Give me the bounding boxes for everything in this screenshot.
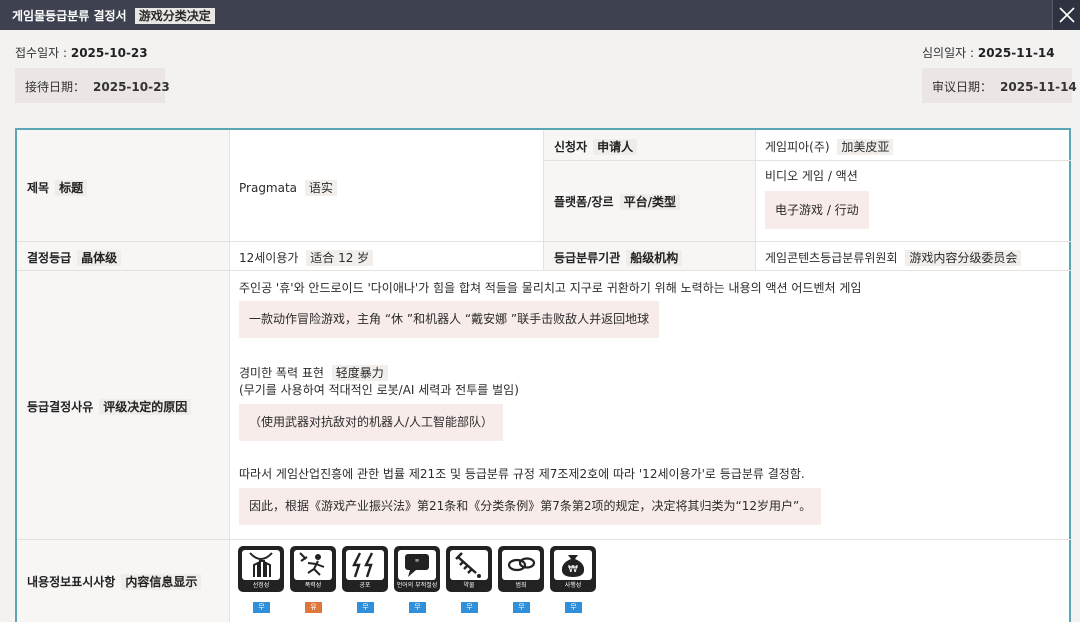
close-icon[interactable] bbox=[1052, 0, 1080, 30]
title-value-en: Pragmata bbox=[239, 181, 298, 195]
applicant-value-cn: 加美皮亚 bbox=[837, 139, 894, 155]
sexuality-label: 선정성 bbox=[252, 582, 270, 589]
reason-label: 등급결정사유 评级决定的原因 bbox=[27, 398, 192, 415]
received-date: 접수일자 : 2025-10-23 bbox=[15, 44, 148, 61]
review-date-value-cn: 2025-11-14 bbox=[1000, 80, 1077, 94]
reason-detail: (무기를 사용하여 적대적인 로봇/AI 세력과 전투를 벌임) bbox=[239, 383, 519, 397]
received-date-value-cn: 2025-10-23 bbox=[93, 80, 170, 94]
title-label: 제목 标题 bbox=[27, 179, 88, 196]
violence-mark: 유 bbox=[305, 602, 322, 613]
reason-violence-ko: 경미한 폭력 표현 bbox=[239, 366, 324, 380]
applicant-value-ko: 게임피아(주) bbox=[765, 140, 830, 154]
rating-label-cn: 晶体级 bbox=[77, 250, 122, 266]
title-bar: 게임물등급분류 결정서 游戏分类决定 bbox=[0, 0, 1080, 30]
drug-icon: 약물 bbox=[446, 546, 492, 592]
gambling-icon: ₩ 사행성 bbox=[550, 546, 596, 592]
platform-value: 비디오 게임 / 액션 bbox=[765, 169, 858, 183]
crime-mark: 무 bbox=[513, 602, 530, 613]
fear-icon: 공포 bbox=[342, 546, 388, 592]
rating-label-ko: 결정등급 bbox=[27, 251, 72, 265]
crime-icon: 범죄 bbox=[498, 546, 544, 592]
language-mark: 무 bbox=[409, 602, 426, 613]
review-date-label: 심의일자 : bbox=[922, 46, 975, 60]
agency-label: 등급분류기관 船级机构 bbox=[554, 249, 683, 266]
rating-value: 12세이용가 适合 12 岁 bbox=[239, 249, 374, 266]
content-label-cn: 内容信息显示 bbox=[121, 574, 202, 590]
agency-value-cn: 游戏内容分级委员会 bbox=[905, 250, 1022, 266]
gambling-label: 사행성 bbox=[564, 582, 582, 589]
reason-conclusion: 따라서 게임산업진흥에 관한 법률 제21조 및 등급분류 규정 제7조제2호에… bbox=[239, 467, 805, 481]
reason-detail-cn: （使用武器对抗敌对的机器人/人工智能部队） bbox=[239, 404, 504, 441]
violence-icon: 폭력성 bbox=[290, 546, 336, 592]
drug-mark: 무 bbox=[461, 602, 478, 613]
window-title-ko: 게임물등급분류 결정서 bbox=[12, 9, 127, 23]
crime-label: 범죄 bbox=[515, 582, 527, 589]
sexuality-icon: 선정성 bbox=[238, 546, 284, 592]
applicant-label-cn: 申请人 bbox=[593, 139, 638, 155]
label-column bbox=[17, 130, 229, 622]
title-label-cn: 标题 bbox=[55, 180, 88, 196]
fear-mark: 무 bbox=[357, 602, 374, 613]
applicant-label: 신청자 申请人 bbox=[554, 138, 638, 155]
fear-label: 공포 bbox=[359, 582, 371, 589]
reason-label-cn: 评级决定的原因 bbox=[99, 399, 192, 415]
violence-label: 폭력성 bbox=[304, 582, 322, 589]
review-date-cn: 审议日期： 2025-11-14 bbox=[922, 68, 1077, 103]
reason-violence: 경미한 폭력 표현 轻度暴力 bbox=[239, 364, 388, 381]
agency-label-ko: 등급분류기관 bbox=[554, 251, 621, 265]
language-label: 언어의 부적절성 bbox=[396, 582, 438, 589]
agency-value-ko: 게임콘텐츠등급분류위원회 bbox=[765, 251, 898, 265]
agency-value: 게임콘텐츠등급분류위원회 游戏内容分级委员会 bbox=[765, 249, 1022, 266]
content-label: 내용정보표시사항 内容信息显示 bbox=[27, 573, 202, 590]
classification-table: 제목 标题 Pragmata 语实 신청자 申请人 게임피아(주) 加美皮亚 플랫폼… bbox=[15, 128, 1071, 622]
platform-label-ko: 플랫폼/장르 bbox=[554, 195, 614, 209]
platform-label-cn: 平台/类型 bbox=[619, 194, 680, 210]
review-date-value: 2025-11-14 bbox=[977, 46, 1055, 60]
agency-label-cn: 船级机构 bbox=[626, 250, 683, 266]
received-date-label-cn: 接待日期： bbox=[25, 80, 86, 94]
reason-conclusion-cn: 因此，根据《游戏产业振兴法》第21条和《分类条例》第7条第2项的规定，决定将其归… bbox=[239, 488, 822, 525]
window-title: 게임물등급분류 결정서 游戏分类决定 bbox=[12, 7, 215, 24]
review-date-label-cn: 审议日期： bbox=[932, 80, 993, 94]
sexuality-mark: 무 bbox=[253, 602, 270, 613]
content-label-ko: 내용정보표시사항 bbox=[27, 575, 116, 589]
title-value: Pragmata 语实 bbox=[239, 179, 337, 196]
reason-label-ko: 등급결정사유 bbox=[27, 400, 94, 414]
rating-value-ko: 12세이용가 bbox=[239, 251, 299, 265]
gambling-mark: 무 bbox=[565, 602, 582, 613]
language-icon: " 언어의 부적절성 bbox=[394, 546, 440, 592]
applicant-value: 게임피아(주) 加美皮亚 bbox=[765, 138, 894, 155]
received-date-value: 2025-10-23 bbox=[70, 46, 148, 60]
reason-violence-cn: 轻度暴力 bbox=[331, 365, 388, 381]
window-title-cn: 游戏分类决定 bbox=[134, 8, 215, 24]
title-value-cn: 语实 bbox=[304, 180, 337, 196]
reason-summary: 주인공 '휴'와 안드로이드 '다이애나'가 힘을 합쳐 적들을 물리치고 지구… bbox=[239, 281, 862, 295]
rating-value-cn: 适合 12 岁 bbox=[306, 250, 374, 266]
received-date-label: 접수일자 : bbox=[15, 46, 68, 60]
reason-summary-cn: 一款动作冒险游戏，主角 “休 ”和机器人 “戴安娜 ”联手击败敌人并返回地球 bbox=[239, 301, 660, 338]
svg-text:₩: ₩ bbox=[568, 564, 578, 575]
review-date: 심의일자 : 2025-11-14 bbox=[922, 44, 1055, 61]
drug-label: 약물 bbox=[463, 582, 475, 589]
applicant-label-ko: 신청자 bbox=[554, 140, 588, 154]
received-date-cn: 接待日期： 2025-10-23 bbox=[15, 68, 170, 103]
rating-label: 결정등급 晶体级 bbox=[27, 249, 122, 266]
svg-text:": " bbox=[415, 558, 420, 569]
platform-label: 플랫폼/장르 平台/类型 bbox=[554, 193, 680, 210]
title-label-ko: 제목 bbox=[27, 181, 50, 195]
platform-value-cn: 电子游戏 / 行动 bbox=[765, 191, 869, 229]
